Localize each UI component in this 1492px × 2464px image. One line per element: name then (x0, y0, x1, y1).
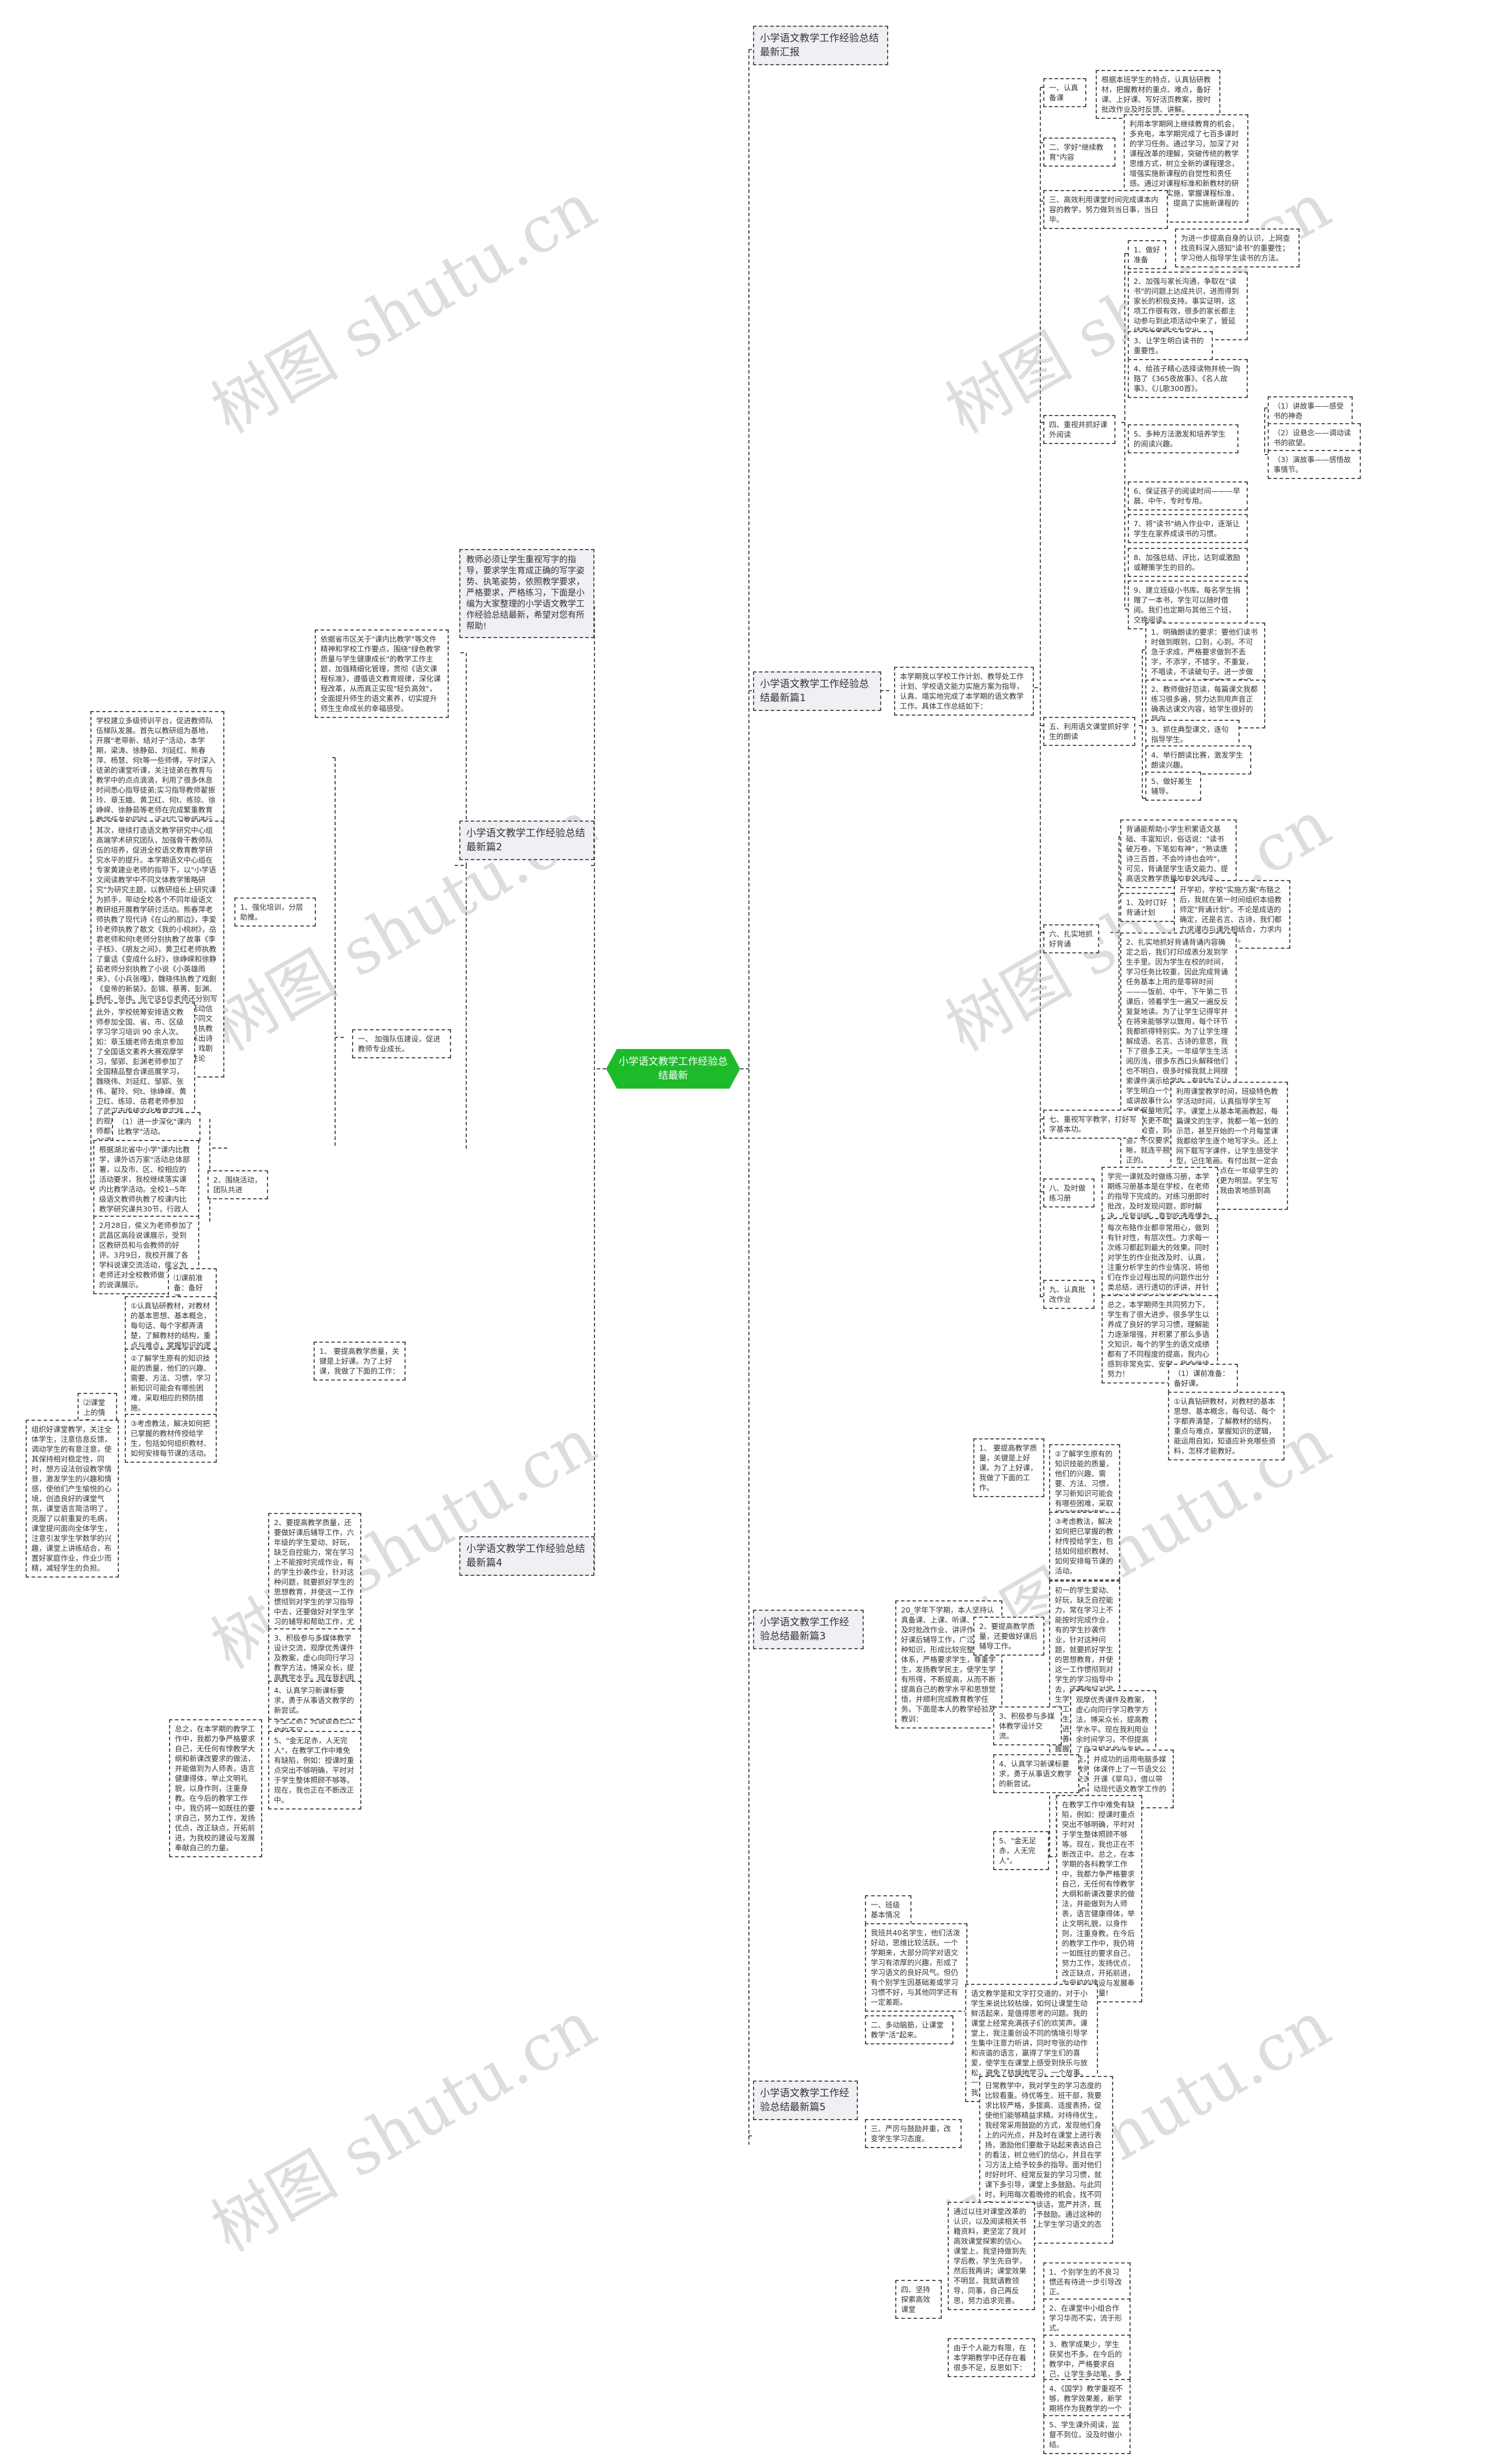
intro-node[interactable]: 教师必须让学生重视写字的指导，要求学生育成正确的写字姿势、执笔姿势，依照教学要求… (459, 549, 594, 638)
p1-s4-item-4[interactable]: 4、给孩子精心选择读物并统一购臵了《365夜故事》、《名人故事》、《儿歌300首… (1128, 359, 1248, 398)
p3-i1-sub-1[interactable]: （1）课前准备：备好课。 (1168, 1364, 1238, 1393)
p5-s2-label[interactable]: 二、多动脑筋，让课堂教学"活"起来。 (865, 2015, 953, 2044)
p3-i5-label[interactable]: 5、"金无足赤，人无完人"。 (993, 1831, 1049, 1870)
root-label: 小学语文教学工作经验总结最新 (618, 1056, 728, 1082)
p3-i4-label[interactable]: 4、认真学习新课标要求，勇于从事语文教学的新尝试。 (993, 1754, 1079, 1793)
p3-i3-label[interactable]: 3、积极参与多媒体教学设计交流。 (993, 1706, 1062, 1745)
p5-s1-label[interactable]: 一、班级基本情况 (865, 1895, 912, 1924)
p3-i1-sub-4[interactable]: ③考虑教法，解决如何把已掌握的教材传授给学生，包括如何组织教材、如何安排每节课的… (1049, 1512, 1120, 1581)
p1-s4-item-5-sub-1[interactable]: （1）讲故事——感受书的神奇 (1268, 396, 1353, 425)
p1-s4-item-6[interactable]: 6、保证孩子的阅读时间———早晨、中午，专时专用。 (1128, 481, 1248, 511)
p5-s4-reflect[interactable]: 由于个人能力有限，在本学期教学中还存在着很多不足，反思如下： (948, 2338, 1035, 2377)
p5-title-node[interactable]: 小学语文教学工作经验总结最新篇5 (753, 2081, 858, 2120)
p5-s4-item-5[interactable]: 5、学生课外阅读，监督不到位，没及时做小结。 (1043, 2415, 1131, 2454)
p1-s4-label[interactable]: 四、重视并抓好课外阅读 (1043, 415, 1116, 444)
connector-lines (209, 49, 1268, 2145)
p1-s5-label[interactable]: 五、利用语文课堂抓好学生的朗读 (1043, 717, 1135, 746)
p1-s4-item-8[interactable]: 8、加强总结、评比，达到或激励或鞭策学生的目的。 (1128, 548, 1248, 577)
p4-i1-sub2-text[interactable]: 组织好课堂教学，关注全体学生，注意信息反馈，调动学生的有意注意，使其保持相对稳定… (26, 1420, 119, 1578)
p5-s1-text[interactable]: 我班共40名学生，他们活泼好动，思维比较活跃。一个学期来，大部分同学对语文学习有… (865, 1923, 967, 2012)
p3-title-node[interactable]: 小学语文教学工作经验总结最新篇3 (753, 1610, 864, 1649)
p1-s1-text[interactable]: 根据本班学生的特点，认真钻研教材，把握教材的重点、难点，备好课、上好课、写好活页… (1096, 70, 1220, 119)
p1-s5-item-3[interactable]: 3、抓住典型课文，逐句指导学生。 (1145, 720, 1240, 749)
p1-s3-label[interactable]: 三、高效利用课堂时间完成课本内容的教学，努力做到当日事，当日毕。 (1043, 190, 1168, 229)
p1-s4-item-5-sub-2[interactable]: （2）设悬念——调动读书的欲望。 (1268, 423, 1361, 452)
p1-s4-item-2[interactable]: 2、加强与家长沟通，争取在"读书"的问题上达成共识，进而得到家长的积极支持。事实… (1128, 272, 1248, 340)
p5-s3-label[interactable]: 三、严厉与鼓励并重，改变学生学习态度。 (865, 2119, 962, 2148)
p3-i1-label[interactable]: 1、 要提高教学质量，关键是上好课。为了上好课，我做了下面的工作。 (973, 1438, 1044, 1497)
p1-s6-item-1[interactable]: 1、及时订好背诵计划 (1120, 893, 1180, 922)
p1-s5-item-5[interactable]: 5、做好差生辅导。 (1145, 772, 1201, 801)
p4-i1-label[interactable]: 1、 要提高教学质量，关键是上好课。为了上好课，我做了下面的工作： (314, 1342, 406, 1381)
p1-s4-item-1[interactable]: 1、做好准备 (1128, 240, 1166, 269)
p5-s4-label[interactable]: 四、坚持探索高效课堂 (895, 2280, 942, 2319)
p2-i2-sub[interactable]: （1）进一步深化"课内比教学"活动。 (112, 1112, 200, 1141)
p1-s2-label[interactable]: 二、学好"继续教育"内容 (1043, 138, 1116, 167)
p5-s4-text[interactable]: 通过以往对课堂改革的认识，以及阅读相关书籍资料，更坚定了我对高效课堂探索的信心。… (948, 2202, 1035, 2310)
root-node[interactable]: 小学语文教学工作经验总结最新 (606, 1049, 740, 1089)
p4-i1-sub-3[interactable]: ②了解学生原有的知识技能的质量，他们的兴趣、需要、方法、习惯，学习新知识可能会有… (125, 1349, 217, 1417)
p1-s9-label[interactable]: 九、认真批改作业 (1043, 1280, 1095, 1309)
p4-i1-sub-4[interactable]: ③考虑教法，解决如何把已掌握的教材传授给学生，包括如何组织教材、如何安排每节课的… (125, 1414, 217, 1463)
p5-s4-item-1[interactable]: 1、个别学生的不良习惯还有待进一步引导改正。 (1043, 2262, 1131, 2301)
p2-i2-label[interactable]: 2、围绕活动，团队共进 (207, 1170, 268, 1199)
p4-i4[interactable]: 4、认真学习新课标要求，勇于从事语文教学的新尝试。 (268, 1681, 361, 1720)
p3-i2-label[interactable]: 2、要提高教学质量，还要做好课后辅导工作。 (973, 1617, 1044, 1656)
p1-s6-label[interactable]: 六、扎实地抓好背诵 (1043, 924, 1099, 953)
p1-title-node[interactable]: 小学语文教学工作经验总结最新篇1 (753, 671, 881, 711)
p4-end[interactable]: 总之，在本学期的教学工作中，我都力争严格要求自己，无任何有悖教学大纲和新课改要求… (169, 1719, 262, 1857)
p3-i1-sub-2[interactable]: ①认真钻研教材，对教材的基本思想、基本概念，每句话、每个字都弄清楚，了解教材的结… (1168, 1392, 1285, 1460)
p1-s4-item-5-sub-3[interactable]: （3）演故事——感悟故事情节。 (1268, 450, 1361, 479)
p2-lead-node[interactable]: 依据省市区关于"课内比教学"等文件精神和学校工作要点，围绕"绿色教学质量与学生健… (315, 629, 449, 718)
p3-i1-sub-3[interactable]: ②了解学生原有的知识技能的质量，他们的兴趣、需要、方法、习惯，学习新知识可能会有… (1049, 1444, 1120, 1523)
p1-s8-label[interactable]: 八、及时做练习册 (1043, 1178, 1095, 1208)
p1-s6-intro[interactable]: 背诵能帮助小学生积累语文基础、丰富知识，俗话说："读书破万卷，下笔如有神"，"熟… (1120, 819, 1237, 888)
p2-title-node[interactable]: 小学语文教学工作经验总结最新篇2 (459, 821, 594, 860)
p1-s5-item-4[interactable]: 4、举行朗读比赛，激发学生朗读兴趣。 (1145, 745, 1251, 775)
p5-s4-item-2[interactable]: 2、在课堂中小组合作学习华而不实，流于形式。 (1043, 2298, 1131, 2338)
p3-i5-text[interactable]: 在教学工作中难免有缺陷，例如：授课时重点突出不够明确，平时对于学生整体照顾不够等… (1056, 1795, 1142, 2002)
p1-s7-label[interactable]: 七、重视写字教学，打好写字基本功。 (1043, 1110, 1143, 1139)
p4-i5[interactable]: 5、"金无足赤，人无完人"，在教学工作中难免有缺陷，例如：授课时重点突出不够明确… (268, 1731, 361, 1810)
p2-sec-node[interactable]: 一、 加强队伍建设，促进教师专业成长。 (352, 1029, 451, 1058)
p1-s4-item-5[interactable]: 5、多种方法激发和培养学生的阅读兴趣。 (1128, 424, 1238, 453)
report-title-node[interactable]: 小学语文教学工作经验总结最新汇报 (753, 26, 888, 65)
p1-s4-item-3[interactable]: 3、让学生明白读书的重要性。 (1128, 331, 1213, 360)
p1-s1-label[interactable]: 一、认真备课 (1043, 78, 1086, 107)
p1-s4-item-7[interactable]: 7、将"读书"纳入作业中，逐渐让学生在家养成读书的习惯。 (1128, 514, 1248, 543)
p2-i1-label[interactable]: 1、强化培训，分层助推。 (234, 897, 316, 927)
p1-s4-item-1-text[interactable]: 为进一步提高自身的认识，上网查找资料深入感知"读书"的重要性；学习他人指导学生读… (1175, 228, 1300, 267)
p4-title-node[interactable]: 小学语文教学工作经验总结最新篇4 (459, 1536, 594, 1576)
p1-lead-node[interactable]: 本学期我以学校工作计划、教导处工作计划、学校语文能力实施方案为指导，认真、塌实地… (894, 667, 1034, 716)
